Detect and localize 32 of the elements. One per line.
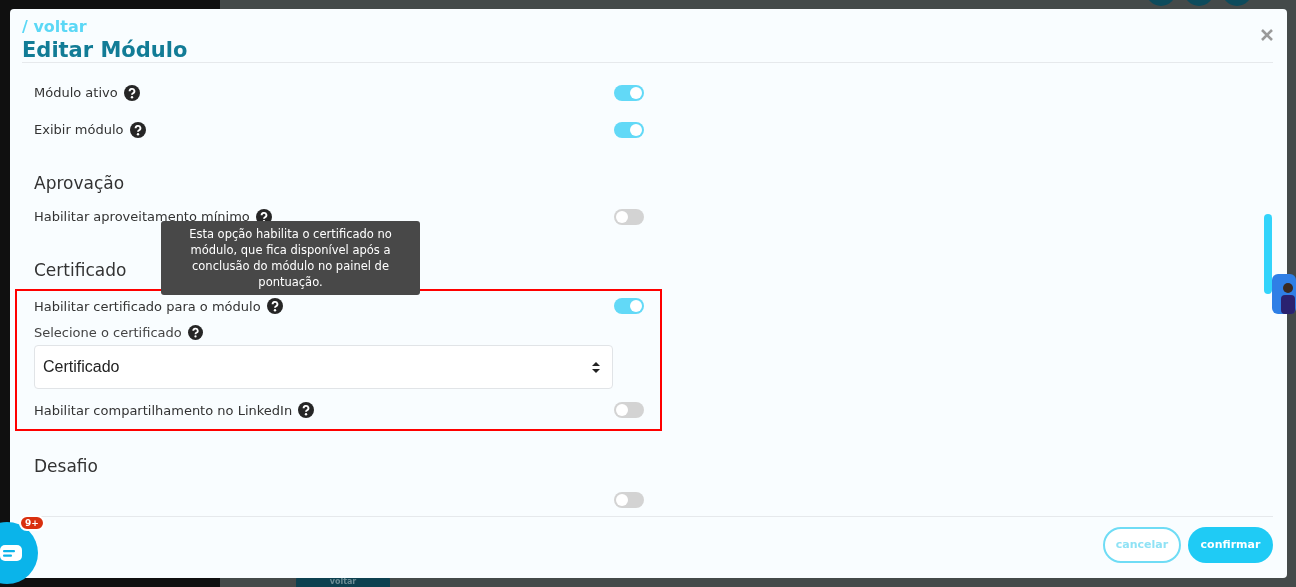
help-icon[interactable] [123, 84, 140, 101]
option-label: Habilitar aproveitamento mínimo [34, 209, 250, 224]
option-label: Habilitar certificado para o módulo [34, 298, 261, 314]
section-heading: Certificado [34, 259, 127, 281]
field-label: Selecione o certificado [34, 324, 182, 340]
confirm-button[interactable]: confirmar [1188, 526, 1273, 563]
tooltip: Esta opção habilita o certificado no módulo, que fica disponível após a conclusão do módulo no painel de pontuação. [161, 221, 420, 295]
toggle-switch[interactable] [614, 84, 644, 101]
help-icon[interactable] [266, 298, 283, 314]
certificate-select[interactable]: Certificado [34, 345, 613, 389]
toggle-switch[interactable] [614, 402, 644, 418]
toggle-switch[interactable] [614, 298, 644, 314]
sort-caret-icon [592, 361, 600, 373]
help-icon[interactable] [298, 402, 315, 418]
close-icon[interactable] [1261, 29, 1273, 41]
scrollbar[interactable] [1264, 214, 1272, 294]
section-heading: Aprovação [34, 172, 125, 194]
chat-icon [0, 545, 22, 561]
notification-badge: 9+ [19, 515, 45, 531]
assistant-avatar-icon[interactable] [1272, 274, 1296, 314]
toggle-switch[interactable] [614, 208, 644, 225]
toggle-switch[interactable] [614, 491, 644, 508]
cancel-button[interactable]: cancelar [1103, 526, 1181, 563]
option-label: Habilitar compartilhamento no LinkedIn [34, 402, 293, 418]
section-heading: Desafio [34, 455, 98, 477]
option-label: Exibir módulo [34, 122, 124, 137]
option-label: Módulo ativo [34, 85, 118, 100]
toggle-switch[interactable] [614, 121, 644, 138]
back-link[interactable]: / voltar [22, 17, 1273, 37]
help-icon[interactable] [129, 121, 146, 138]
modal-title: Editar Módulo [22, 37, 189, 63]
help-icon[interactable] [187, 324, 203, 340]
